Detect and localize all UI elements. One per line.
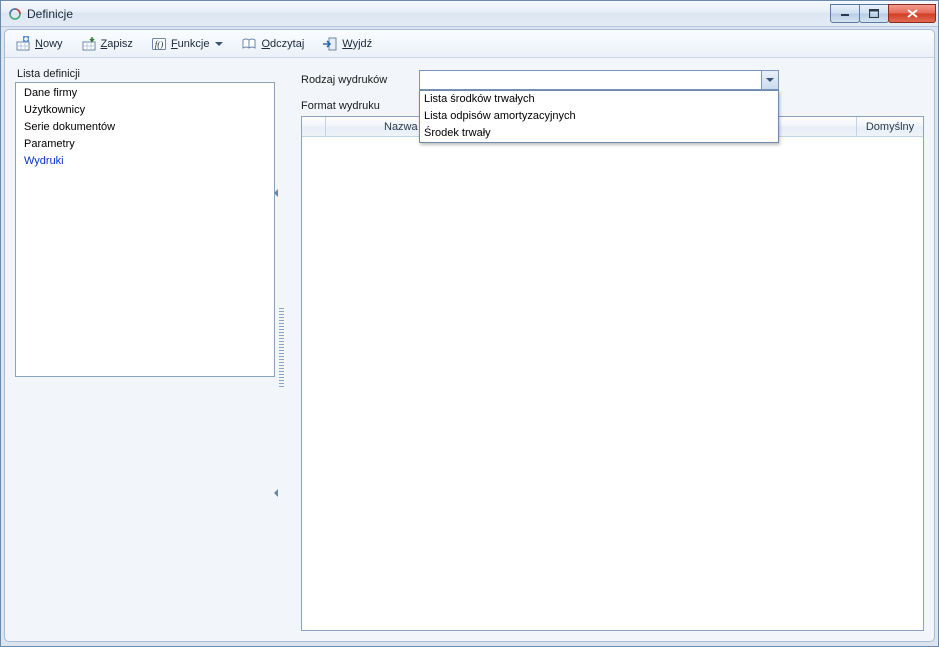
exit-icon <box>322 36 338 52</box>
listbox-label: Lista definicji <box>15 64 275 82</box>
functions-button[interactable]: f() Funkcje <box>147 33 228 55</box>
dropdown-option[interactable]: Lista środków trwałych <box>420 91 778 108</box>
save-icon <box>81 36 97 52</box>
functions-icon: f() <box>151 36 167 52</box>
right-panel: Rodzaj wydruków Lista środków trwałych L… <box>287 64 924 631</box>
chevron-down-icon <box>215 42 223 46</box>
chevron-down-icon <box>766 78 774 82</box>
print-format-label: Format wydruku <box>301 100 409 112</box>
combobox-toggle[interactable] <box>761 71 778 89</box>
row-print-type: Rodzaj wydruków Lista środków trwałych L… <box>301 70 924 90</box>
titlebar: Definicje <box>1 1 938 27</box>
maximize-button[interactable] <box>859 4 889 23</box>
read-button[interactable]: Odczytaj <box>237 33 308 55</box>
list-item[interactable]: Serie dokumentów <box>16 119 274 136</box>
new-button[interactable]: Nowy <box>11 33 67 55</box>
save-button[interactable]: Zapisz <box>77 33 137 55</box>
chevron-left-icon <box>274 189 278 197</box>
grid-col-default[interactable]: Domyślny <box>857 117 923 136</box>
list-item[interactable]: Parametry <box>16 136 274 153</box>
minimize-button[interactable] <box>830 4 860 23</box>
app-icon <box>7 6 23 22</box>
print-type-label: Rodzaj wydruków <box>301 74 409 86</box>
definition-listbox[interactable]: Dane firmy Użytkownicy Serie dokumentów … <box>15 82 275 377</box>
dropdown-option[interactable]: Lista odpisów amortyzacyjnych <box>420 108 778 125</box>
formats-grid[interactable]: Nazwa f Domyślny <box>301 116 924 631</box>
svg-text:f(): f() <box>155 39 164 49</box>
app-window: Definicje <box>0 0 939 647</box>
content-area: Lista definicji Dane firmy Użytkownicy S… <box>5 58 934 641</box>
left-panel: Lista definicji Dane firmy Użytkownicy S… <box>15 64 275 631</box>
exit-button[interactable]: Wyjdź <box>318 33 376 55</box>
combobox-value <box>423 73 760 89</box>
client-panel: Nowy Zapisz f() <box>4 29 935 642</box>
print-type-combobox[interactable]: Lista środków trwałych Lista odpisów amo… <box>419 70 779 90</box>
combobox-dropdown[interactable]: Lista środków trwałych Lista odpisów amo… <box>419 90 779 143</box>
functions-label: Funkcje <box>171 38 210 50</box>
window-controls <box>831 4 936 23</box>
save-label: Zapisz <box>101 38 133 50</box>
dropdown-option[interactable]: Środek trwały <box>420 125 778 142</box>
new-icon <box>15 36 31 52</box>
new-label: Nowy <box>35 38 63 50</box>
list-item[interactable]: Wydruki <box>16 153 274 170</box>
close-button[interactable] <box>888 4 936 23</box>
grid-body[interactable] <box>302 137 923 630</box>
list-item[interactable]: Użytkownicy <box>16 102 274 119</box>
window-title: Definicje <box>27 7 831 21</box>
toolbar: Nowy Zapisz f() <box>5 30 934 58</box>
chevron-left-icon <box>274 489 278 497</box>
list-item[interactable]: Dane firmy <box>16 85 274 102</box>
read-icon <box>241 36 257 52</box>
splitter-handle[interactable] <box>279 308 284 388</box>
read-label: Odczytaj <box>261 38 304 50</box>
grid-row-selector-header[interactable] <box>302 117 326 136</box>
vertical-splitter[interactable] <box>275 64 287 631</box>
exit-label: Wyjdź <box>342 38 372 50</box>
